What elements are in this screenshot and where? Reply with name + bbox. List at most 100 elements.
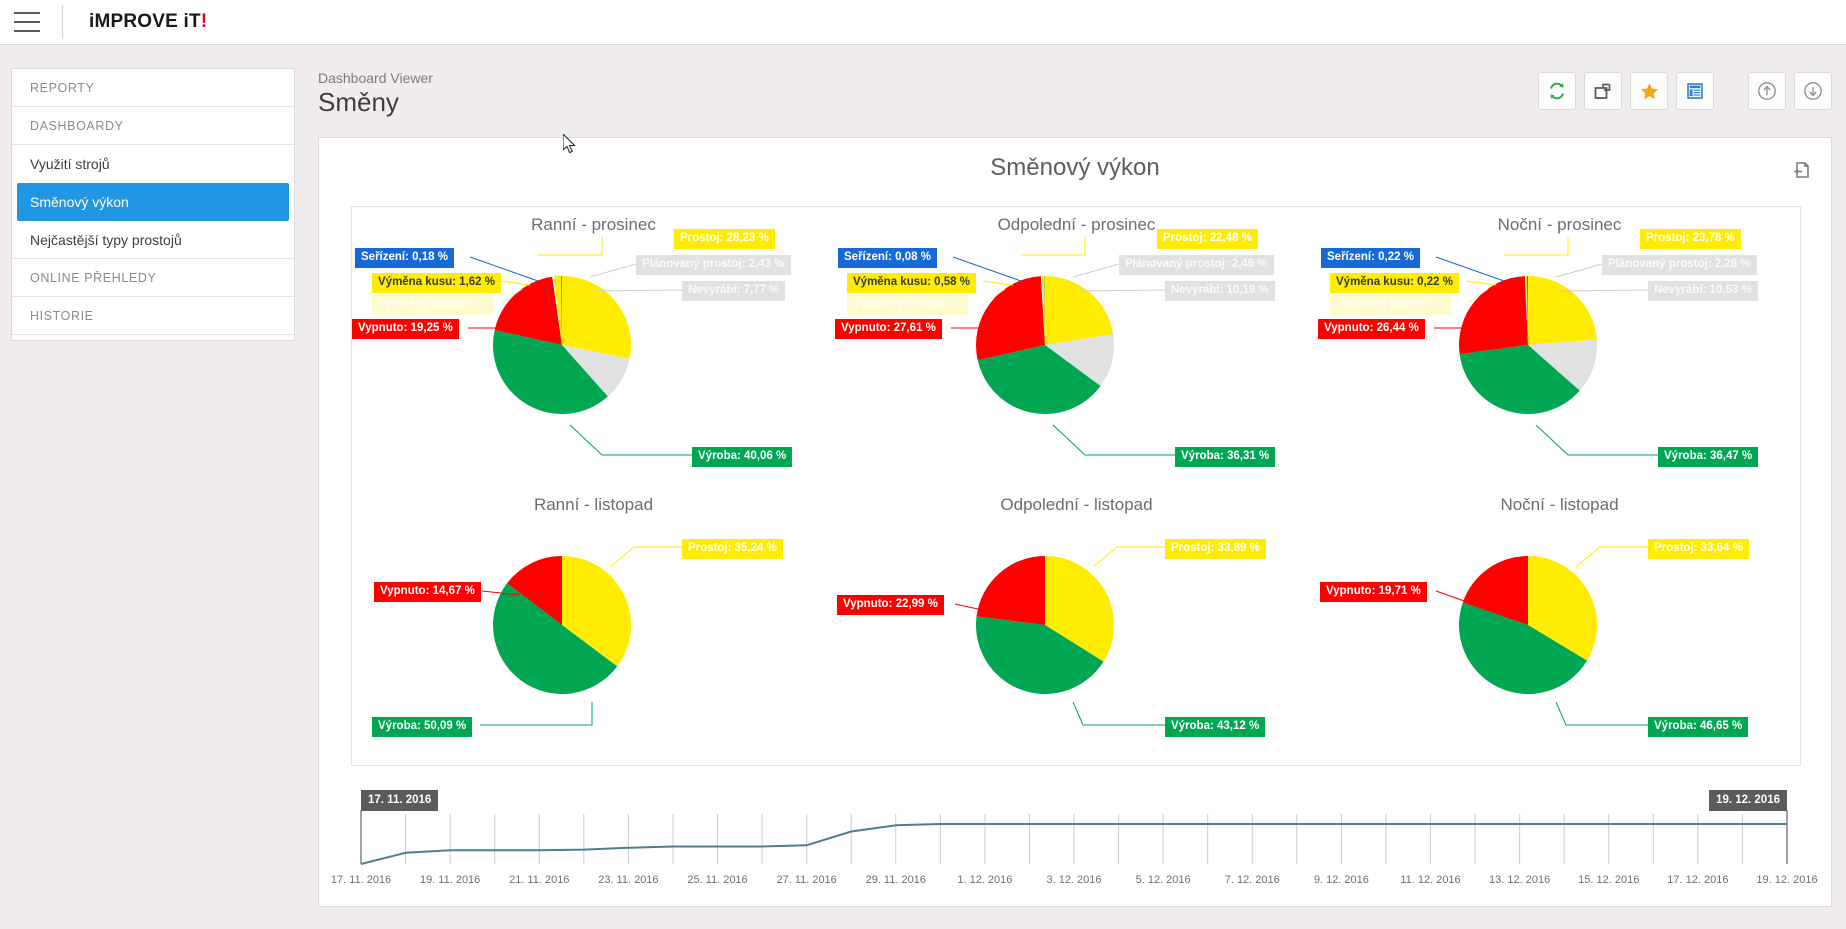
pie-data-label: Vyplněný prostoj: ... [372,295,493,315]
sidebar-item-label: HISTORIE [30,309,94,323]
pie-data-label: Prostoj: 33,89 % [1165,539,1266,559]
chart-export-button[interactable] [1791,160,1811,185]
pie-label-leader [1073,264,1119,277]
pie-data-label: Výroba: 36,47 % [1658,447,1758,467]
pie-label-leader [594,290,682,291]
sidebar-item-2[interactable]: Využití strojů [12,145,294,183]
timeline-tick-label: 29. 11. 2016 [866,874,926,886]
favorite-button[interactable] [1630,72,1668,110]
pie-data-label: Vypnuto: 22,99 % [837,595,944,615]
pie-chart-5: Noční - listopadProstoj: 33,64 %Výroba: … [1318,487,1801,767]
pie-slice[interactable] [1459,276,1528,354]
pie-slice[interactable] [977,556,1045,625]
pie-data-label: Nevyrábí: 10,19 % [1165,281,1275,301]
timeline-tick-label: 13. 12. 2016 [1489,874,1550,886]
timeline-tick-label: 7. 12. 2016 [1225,874,1280,886]
arrow-up-circle-icon [1756,80,1778,102]
pie-label-leader [1093,547,1165,567]
timeline-tick-label: 25. 11. 2016 [687,874,747,886]
pie-label-leader [1436,591,1470,603]
pie-chart-2: Noční - prosinecProstoj: 23,78 %Plánovan… [1318,207,1801,487]
sidebar-item-0[interactable]: REPORTY [12,69,294,107]
pie-slice[interactable] [1045,276,1113,345]
app-logo[interactable]: iMPROVE iT! [89,11,207,33]
sidebar-item-label: ONLINE PŘEHLEDY [30,271,156,285]
pie-data-label: Seřízení: 0,18 % [355,248,454,268]
upload-button[interactable] [1748,72,1786,110]
pie-label-leader [1073,702,1165,725]
sidebar-item-4[interactable]: Nejčastější typy prostojů [12,221,294,259]
sidebar-item-label: REPORTY [30,81,94,95]
pie-data-label: Plánovaný prostoj: 2,46 % [1119,255,1274,275]
pie-data-label: Nevyrábí: 7,77 % [682,281,785,301]
pie-data-label: Vyplněný prostoj: ... [847,295,968,315]
download-button[interactable] [1794,72,1832,110]
page-header: Dashboard Viewer Směny [318,70,433,118]
sidebar: REPORTY DASHBOARDYVyužití strojů Směnový v… [11,68,295,341]
pie-data-label: Vypnuto: 27,61 % [835,319,942,339]
pie-data-label: Výroba: 40,06 % [692,447,792,467]
pie-label-leader [1053,425,1175,455]
sidebar-item-5[interactable]: ONLINE PŘEHLEDY [12,259,294,297]
page-title: Směny [318,87,433,118]
pie-label-leader [1077,290,1165,291]
pie-data-label: Výroba: 43,12 % [1165,717,1265,737]
charts-grid: Ranní - prosinecProstoj: 28,23 %Plánovan… [351,206,1801,766]
sidebar-bottom-spacer [12,335,294,340]
dashboard-chart-title: Směnový výkon [319,154,1831,182]
pie-data-label: Plánovaný prostoj: 2,43 % [636,255,791,275]
pie-data-label: Prostoj: 23,78 % [1640,229,1741,249]
pie-label-leader [610,547,682,567]
export-window-button[interactable] [1584,72,1622,110]
hamburger-icon[interactable] [14,12,40,32]
pie-data-label: Vypnuto: 19,71 % [1320,582,1427,602]
star-icon [1639,81,1660,102]
pie-data-label: Výroba: 50,09 % [372,717,472,737]
pie-data-label: Výroba: 46,65 % [1648,717,1748,737]
topbar-divider [62,5,63,39]
pie-label-leader [1556,702,1648,725]
pie-chart-1: Odpolední - prosinecProstoj: 22,48 %Plán… [835,207,1318,487]
top-bar: iMPROVE iT! [0,0,1846,45]
pie-slice[interactable] [562,276,631,359]
pie-data-label: Prostoj: 35,24 % [682,539,783,559]
pie-slice[interactable] [1528,276,1597,345]
timeline-tick-labels: 17. 11. 201619. 11. 201621. 11. 201623. … [351,874,1801,890]
pie-label-leader [500,281,530,285]
timeline-tick-label: 19. 11. 2016 [420,874,480,886]
refresh-button[interactable] [1538,72,1576,110]
breadcrumb: Dashboard Viewer [318,70,433,86]
document-export-icon [1791,160,1811,180]
logo-exclamation: ! [201,11,208,32]
timeline-end-flag[interactable]: 19. 12. 2016 [1709,790,1787,811]
sidebar-item-1[interactable]: DASHBOARDY [12,107,294,145]
timeline-tick-label: 5. 12. 2016 [1136,874,1191,886]
timeline-tick-label: 11. 12. 2016 [1400,874,1460,886]
pie-label-leader [983,281,1013,285]
dashboard-panel: Směnový výkon Ranní - prosinecProstoj: 2… [318,137,1832,907]
report-button[interactable] [1676,72,1714,110]
sidebar-item-6[interactable]: HISTORIE [12,297,294,335]
timeline-start-flag[interactable]: 17. 11. 2016 [361,790,438,811]
timeline-tick-label: 17. 12. 2016 [1667,874,1728,886]
pie-data-label: Seřízení: 0,22 % [1321,248,1420,268]
pie-data-label: Výměna kusu: 0,22 % [1330,273,1459,293]
logo-text: iMPROVE iT [89,11,201,32]
pie-label-leader [480,702,592,725]
pie-data-label: Prostoj: 22,48 % [1157,229,1258,249]
timeline-tick-label: 1. 12. 2016 [957,874,1012,886]
sidebar-item-3[interactable]: Směnový výkon [17,183,289,221]
sidebar-item-label: Směnový výkon [30,194,129,210]
report-icon [1685,81,1705,101]
pie-label-leader [1576,547,1648,567]
window-export-icon [1593,81,1613,101]
pie-chart-3: Ranní - listopadProstoj: 35,24 %Výroba: … [352,487,835,767]
pie-label-leader [1504,237,1568,255]
arrow-down-circle-icon [1802,80,1824,102]
timeline-range-selector[interactable]: 17. 11. 2016 19. 12. 2016 17. 11. 201619. … [351,790,1801,890]
pie-label-leader [538,237,602,255]
timeline-tick-label: 27. 11. 2016 [776,874,836,886]
pie-data-label: Vypnuto: 26,44 % [1318,319,1425,339]
pie-data-label: Plánovaný prostoj: 2,28 % [1602,255,1757,275]
timeline-tick-label: 23. 11. 2016 [598,874,658,886]
